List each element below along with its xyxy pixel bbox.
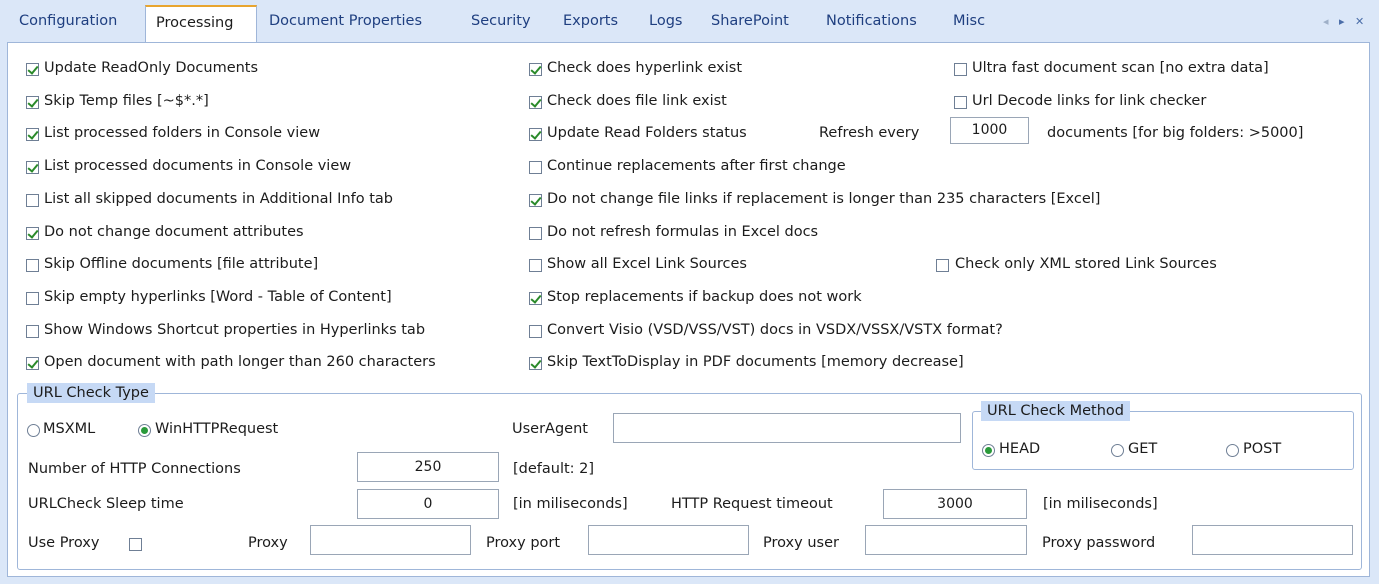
list-processed-documents-in-console-view-checkbox[interactable] [26, 161, 39, 175]
show-windows-shortcut-properties-in-hype-checkbox[interactable] [26, 324, 39, 338]
do-not-refresh-formulas-in-excel-docs-checkbox[interactable] [529, 226, 542, 240]
tab-sharepoint[interactable]: SharePoint [711, 13, 789, 29]
proxy-user-label: Proxy user [763, 535, 839, 551]
tab-processing-label: Processing [156, 15, 234, 31]
check-does-file-link-exist-label: Check does file link exist [547, 92, 727, 109]
continue-replacements-after-first-change-checkbox[interactable] [529, 161, 542, 175]
skip-temp-files-checkbox[interactable] [26, 95, 39, 109]
proxy-user-input[interactable] [865, 525, 1027, 555]
proxy-port-input[interactable] [588, 525, 749, 555]
list-processed-folders-in-console-view-checkbox[interactable] [26, 128, 39, 142]
radio-msxml[interactable] [27, 424, 40, 437]
tab-bar: Configuration Processing Document Proper… [0, 0, 1379, 43]
ultra-fast-document-scan-no-extra-data-checkbox[interactable] [954, 63, 967, 76]
radio-head[interactable] [982, 444, 995, 457]
tab-security[interactable]: Security [471, 13, 531, 29]
tab-exports[interactable]: Exports [563, 13, 618, 29]
check-does-hyperlink-exist-label: Check does hyperlink exist [547, 60, 742, 76]
radio-post[interactable] [1226, 444, 1239, 457]
close-icon[interactable]: ✕ [1355, 15, 1364, 28]
skip-texttodisplay-in-pdf-documents-memo-label: Skip TextToDisplay in PDF documents [mem… [547, 354, 964, 371]
tab-processing[interactable]: Processing [145, 5, 257, 43]
skip-empty-hyperlinks-word-table-of-cont-label: Skip empty hyperlinks [Word - Table of C… [44, 288, 392, 305]
show-windows-shortcut-properties-in-hype-label: Show Windows Shortcut properties in Hype… [44, 321, 426, 338]
skip-empty-hyperlinks-word-table-of-cont-checkbox[interactable] [26, 291, 39, 305]
radio-head-label: HEAD [999, 441, 1041, 457]
http-connections-input[interactable]: 250 [357, 452, 499, 482]
use-proxy-label: Use Proxy [28, 535, 100, 551]
refresh-suffix-label: documents [for big folders: >5000] [1047, 125, 1304, 141]
stop-replacements-if-backup-does-not-wor-checkbox[interactable] [529, 291, 542, 305]
do-not-change-document-attributes-checkbox[interactable] [26, 226, 39, 240]
url-decode-links-for-link-checker-label: Url Decode links for link checker [972, 92, 1207, 109]
check-does-file-link-exist-checkbox[interactable] [529, 95, 542, 109]
open-document-with-path-longer-than-260--label: Open document with path longer than 260 … [44, 354, 436, 371]
radio-msxml-label: MSXML [43, 421, 96, 437]
tab-configuration[interactable]: Configuration [19, 13, 117, 29]
continue-replacements-after-first-change-label: Continue replacements after first change [547, 158, 846, 175]
url-decode-links-for-link-checker-checkbox[interactable] [954, 95, 967, 109]
useragent-label: UserAgent [512, 421, 588, 437]
proxy-label: Proxy [248, 535, 288, 551]
do-not-change-file-links-if-replacement--label: Do not change file links if replacement … [547, 190, 1101, 207]
proxy-password-label: Proxy password [1042, 535, 1156, 551]
scroll-left-icon[interactable]: ◂ [1323, 15, 1329, 28]
refresh-every-input[interactable]: 1000 [950, 117, 1029, 144]
radio-get-label: GET [1128, 441, 1158, 457]
update-readonly-documents-label: Update ReadOnly Documents [44, 60, 259, 76]
check-does-hyperlink-exist-checkbox[interactable] [529, 63, 542, 76]
convert-visio-vsd-vss-vst-docs-in-vsdx-v-checkbox[interactable] [529, 324, 542, 338]
refresh-every-label: Refresh every [819, 125, 920, 141]
http-connections-label: Number of HTTP Connections [28, 461, 241, 477]
show-all-excel-link-sources-checkbox[interactable] [529, 259, 542, 273]
tab-notifications[interactable]: Notifications [826, 13, 917, 29]
skip-offline-documents-file-attribute-checkbox[interactable] [26, 259, 39, 273]
proxy-input[interactable] [310, 525, 471, 555]
request-timeout-unit: [in miliseconds] [1043, 496, 1158, 512]
http-connections-default: [default: 2] [513, 461, 595, 477]
update-read-folders-status-checkbox[interactable] [529, 128, 542, 142]
open-document-with-path-longer-than-260--checkbox[interactable] [26, 357, 39, 371]
request-timeout-label: HTTP Request timeout [671, 496, 833, 512]
tab-misc[interactable]: Misc [953, 13, 985, 29]
radio-post-label: POST [1243, 441, 1282, 457]
show-all-excel-link-sources-label: Show all Excel Link Sources [547, 256, 747, 273]
tab-document-properties[interactable]: Document Properties [269, 13, 422, 29]
list-all-skipped-documents-in-additional-checkbox[interactable] [26, 193, 39, 207]
check-xml-link-sources-checkbox[interactable] [936, 259, 949, 272]
update-readonly-documents-checkbox[interactable] [26, 63, 39, 76]
radio-winhttprequest[interactable] [138, 424, 151, 437]
update-read-folders-status-label: Update Read Folders status [547, 125, 747, 142]
url-check-method-legend: URL Check Method [981, 401, 1130, 421]
list-processed-documents-in-console-view-label: List processed documents in Console view [44, 158, 352, 175]
convert-visio-vsd-vss-vst-docs-in-vsdx-v-label: Convert Visio (VSD/VSS/VST) docs in VSDX… [547, 321, 1003, 338]
radio-winhttprequest-label: WinHTTPRequest [155, 421, 279, 437]
skip-texttodisplay-in-pdf-documents-memo-checkbox[interactable] [529, 357, 542, 371]
proxy-password-input[interactable] [1192, 525, 1353, 555]
tab-logs[interactable]: Logs [649, 13, 682, 29]
sleep-time-input[interactable]: 0 [357, 489, 499, 519]
use-proxy-checkbox[interactable] [129, 538, 142, 551]
sleep-time-label: URLCheck Sleep time [28, 496, 184, 512]
do-not-refresh-formulas-in-excel-docs-label: Do not refresh formulas in Excel docs [547, 223, 819, 240]
radio-get[interactable] [1111, 444, 1124, 457]
stop-replacements-if-backup-does-not-wor-label: Stop replacements if backup does not wor… [547, 288, 862, 305]
sleep-time-unit: [in miliseconds] [513, 496, 628, 512]
skip-offline-documents-file-attribute-label: Skip Offline documents [file attribute] [44, 256, 319, 273]
useragent-input[interactable] [613, 413, 961, 443]
request-timeout-input[interactable]: 3000 [883, 489, 1027, 519]
do-not-change-document-attributes-label: Do not change document attributes [44, 223, 304, 240]
url-check-type-legend: URL Check Type [27, 383, 155, 403]
proxy-port-label: Proxy port [486, 535, 561, 551]
skip-temp-files-label: Skip Temp files [~$*.*] [44, 92, 209, 109]
check-xml-link-sources-label: Check only XML stored Link Sources [955, 256, 1217, 272]
ultra-fast-document-scan-no-extra-data-label: Ultra fast document scan [no extra data] [972, 60, 1269, 76]
do-not-change-file-links-if-replacement--checkbox[interactable] [529, 193, 542, 207]
scroll-right-icon[interactable]: ▸ [1339, 15, 1345, 28]
list-processed-folders-in-console-view-label: List processed folders in Console view [44, 125, 321, 142]
list-all-skipped-documents-in-additional-label: List all skipped documents in Additional… [44, 190, 394, 207]
